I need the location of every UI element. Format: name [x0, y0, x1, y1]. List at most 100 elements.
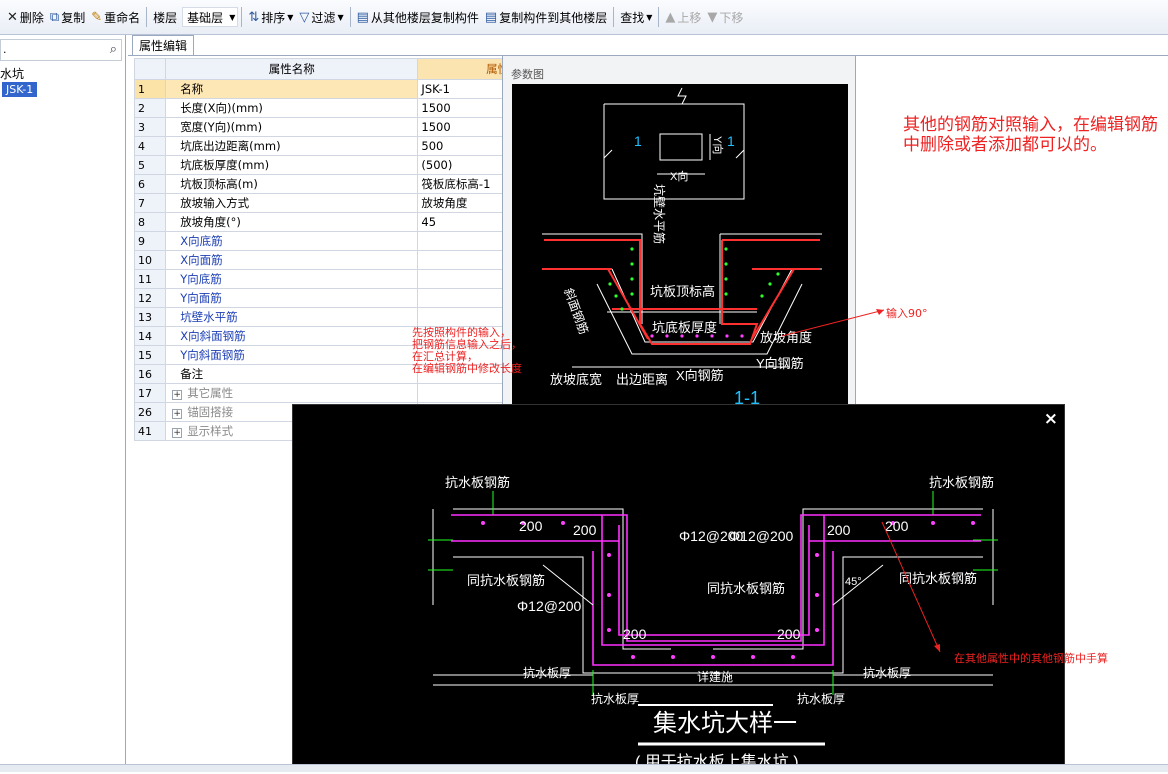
row-number: 12 — [133, 288, 167, 308]
row-number: 13 — [133, 307, 167, 327]
label-same-bar-left: 同抗水板钢筋 — [467, 573, 545, 588]
expand-icon[interactable]: + — [172, 390, 183, 400]
status-bar — [0, 764, 1168, 772]
row-number: 41 — [133, 421, 167, 441]
annotation-arrow-manual — [881, 521, 941, 653]
row-number: 3 — [133, 117, 167, 137]
property-name-label: 锚固搭接 — [187, 405, 234, 419]
label-phi-left: Φ12@200 — [517, 598, 582, 614]
search-input[interactable]: . ⌕ — [0, 39, 122, 61]
row-number: 11 — [133, 269, 167, 289]
label-thk-bottom-left: 抗水板厚 — [523, 665, 571, 680]
ybar-label: Y向钢筋 — [756, 356, 804, 371]
parameter-diagram-window: 参数图 1 1 X向 Y向 坑壁水平筋 坑板顶标高 坑底板厚度 放坡角度 放坡底… — [502, 55, 856, 425]
copy-button[interactable]: ⧉ 复制 — [47, 5, 88, 29]
property-name: Y向斜面钢筋 — [165, 345, 419, 365]
label-200-b: 200 — [573, 522, 597, 538]
separator — [613, 7, 615, 27]
property-name: X向底筋 — [165, 231, 419, 251]
property-name: 长度(X向)(mm) — [165, 98, 419, 118]
wall-bar-label: 坑壁水平筋 — [652, 184, 667, 244]
label-thk-low-right: 抗水板厚 — [797, 691, 845, 706]
property-name: 坑底出边距离(mm) — [165, 136, 419, 156]
label-thk-low-left: 抗水板厚 — [591, 691, 639, 706]
separator — [241, 7, 243, 27]
tab-property-edit[interactable]: 属性编辑 — [132, 35, 194, 56]
chevron-down-icon: ▼ — [229, 12, 236, 22]
move-up-button[interactable]: ▲ 上移 — [662, 5, 704, 29]
annotation-input-90: 输入90° — [886, 307, 928, 320]
copy-from-floor-icon: ▤ — [356, 9, 369, 25]
property-name-label: 显示样式 — [187, 424, 234, 438]
separator — [146, 7, 148, 27]
label-200-c: 200 — [827, 522, 851, 538]
expand-icon[interactable]: + — [172, 409, 183, 419]
search-icon[interactable]: ⌕ — [110, 42, 117, 57]
sort-button[interactable]: ⇅ 排序 ▼ — [245, 5, 296, 29]
annotation-manual-calc: 在其他属性中的其他钢筋中手算 — [954, 652, 1108, 665]
property-name: 备注 — [165, 364, 419, 384]
close-icon[interactable]: × — [1044, 409, 1058, 429]
row-number: 9 — [133, 231, 167, 251]
row-number: 10 — [133, 250, 167, 270]
label-200-f: 200 — [777, 626, 801, 642]
separator — [349, 7, 351, 27]
row-number: 5 — [133, 155, 167, 175]
edge-distance-label: 出边距离 — [616, 372, 668, 387]
expand-icon[interactable]: + — [172, 428, 183, 438]
property-name: + 其它属性 — [165, 383, 419, 403]
chevron-down-icon: ▼ — [337, 12, 344, 22]
delete-button[interactable]: ✕ 删除 — [4, 5, 47, 29]
property-name: 宽度(Y向)(mm) — [165, 117, 419, 137]
ydir-label: Y向 — [711, 136, 725, 154]
overlay-line: 在编辑钢筋中修改长度 — [412, 362, 522, 375]
floor-select[interactable]: 基础层 ▼ — [182, 7, 239, 27]
xbar-label: X向钢筋 — [676, 368, 724, 383]
chevron-down-icon: ▼ — [646, 12, 653, 22]
floor-label: 楼层 — [153, 10, 178, 25]
arrow-up-icon: ▲ — [665, 9, 676, 25]
property-name-label: 其它属性 — [187, 386, 234, 400]
label-200-e: 200 — [623, 626, 647, 642]
filter-button[interactable]: ▽ 过滤 ▼ — [296, 5, 346, 29]
copy-icon: ⧉ — [49, 9, 60, 25]
property-name: X向面筋 — [165, 250, 419, 270]
copy-from-floor-button[interactable]: ▤ 从其他楼层复制构件 — [354, 5, 482, 29]
row-number: 15 — [133, 345, 167, 365]
move-down-button[interactable]: ▼ 下移 — [704, 5, 746, 29]
property-name: Y向底筋 — [165, 269, 419, 289]
tree-node-root[interactable]: 水坑 — [0, 65, 24, 82]
label-arch-bottom: 详建施 — [697, 669, 733, 684]
row-number: 6 — [133, 174, 167, 194]
row-number: 1 — [133, 79, 167, 99]
slope-width-label: 放坡底宽 — [550, 372, 602, 387]
property-name: 放坡角度(°) — [165, 212, 419, 232]
property-name: 名称 — [165, 79, 419, 99]
row-number: 26 — [133, 402, 167, 422]
header-name: 属性名称 — [165, 58, 419, 80]
parameter-diagram-title: 参数图 — [511, 68, 544, 81]
row-number: 17 — [133, 383, 167, 403]
header-num — [133, 58, 167, 80]
find-button[interactable]: 查找 ▼ — [617, 5, 655, 29]
annotation-overlay-note: 先按照构件的输入， 把钢筋信息输入之后， 在汇总计算， 在编辑钢筋中修改长度 — [412, 327, 532, 375]
tree-node-selected[interactable]: JSK-1 — [2, 82, 38, 97]
property-name: 放坡输入方式 — [165, 193, 419, 213]
label-thk-bottom-right: 抗水板厚 — [863, 665, 911, 680]
copy-to-floor-button[interactable]: ▤ 复制构件到其他楼层 — [482, 5, 610, 29]
label-phi-mid-right: Φ12@200 — [729, 528, 794, 544]
copy-to-floor-icon: ▤ — [484, 9, 498, 25]
section-mark-left: 1 — [634, 133, 642, 149]
row-number: 8 — [133, 212, 167, 232]
filter-icon: ▽ — [299, 9, 310, 25]
separator — [658, 7, 660, 27]
xdir-label: X向 — [670, 169, 688, 183]
toolbar: ✕ 删除 ⧉ 复制 ✎ 重命名 楼层 基础层 ▼ ⇅ 排序 ▼ ▽ 过滤 ▼ ▤ 从其他楼层复制构… — [0, 0, 1168, 35]
top-level-label: 坑板顶标高 — [650, 284, 715, 299]
property-name: 坑底板厚度(mm) — [165, 155, 419, 175]
row-number: 2 — [133, 98, 167, 118]
label-same-bar-mid: 同抗水板钢筋 — [707, 581, 785, 596]
property-name: 坑壁水平筋 — [165, 307, 419, 327]
arrow-down-icon: ▼ — [707, 9, 718, 25]
rename-button[interactable]: ✎ 重命名 — [88, 5, 143, 29]
